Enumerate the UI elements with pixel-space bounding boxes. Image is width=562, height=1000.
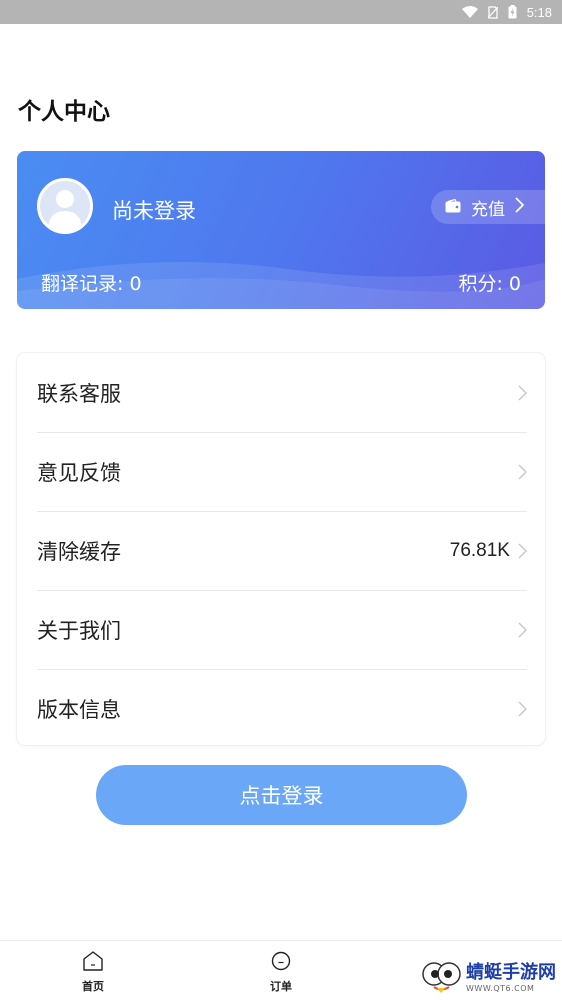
menu-item-label: 关于我们 (37, 618, 121, 643)
menu-item-contact-support[interactable]: 联系客服 (17, 353, 545, 432)
points[interactable]: 积分: 0 (458, 269, 521, 296)
chevron-right-icon (515, 197, 525, 217)
chevron-right-icon (518, 700, 527, 717)
menu-item-feedback[interactable]: 意见反馈 (17, 432, 545, 511)
menu-item-clear-cache[interactable]: 清除缓存 76.81K (17, 511, 545, 590)
battery-icon (508, 5, 517, 19)
user-silhouette-icon (48, 190, 82, 231)
page-title: 个人中心 (18, 99, 110, 125)
tab-orders[interactable]: 订单 (251, 951, 311, 994)
home-icon (82, 951, 104, 975)
dragonfly-logo-icon (420, 958, 462, 998)
menu-item-about-us[interactable]: 关于我们 (17, 590, 545, 669)
status-time: 5:18 (526, 4, 552, 20)
tab-label: 订单 (270, 980, 292, 993)
menu-item-label: 清除缓存 (37, 539, 121, 564)
wifi-icon (461, 6, 478, 18)
recharge-button[interactable]: 充值 (431, 190, 545, 224)
menu-item-label: 联系客服 (37, 381, 121, 406)
order-icon (271, 951, 291, 975)
chevron-right-icon (518, 621, 527, 638)
login-status-text[interactable]: 尚未登录 (112, 195, 196, 225)
chevron-right-icon (518, 463, 527, 480)
wallet-icon (445, 198, 461, 217)
menu-item-label: 意见反馈 (37, 460, 121, 485)
watermark-title: 蜻蜓手游网 (466, 961, 556, 983)
tab-label: 首页 (82, 980, 104, 993)
cache-size-value: 76.81K (449, 539, 510, 561)
login-button[interactable]: 点击登录 (96, 765, 467, 825)
watermark-url: WWW.QT6.COM (466, 983, 535, 993)
menu-item-version-info[interactable]: 版本信息 (17, 669, 545, 748)
status-bar: 5:18 (0, 0, 562, 24)
chevron-right-icon (518, 384, 527, 401)
settings-menu: 联系客服 意见反馈 清除缓存 76.81K 关于我们 版本信息 (17, 353, 545, 745)
menu-item-label: 版本信息 (37, 697, 121, 722)
no-sim-icon (487, 5, 498, 19)
tab-home[interactable]: 首页 (63, 951, 123, 994)
site-watermark: 蜻蜓手游网 WWW.QT6.COM (420, 958, 556, 998)
translation-records[interactable]: 翻译记录: 0 (41, 269, 142, 296)
avatar[interactable] (37, 178, 93, 234)
recharge-label: 充值 (471, 199, 505, 220)
chevron-right-icon (518, 542, 527, 559)
profile-card: 尚未登录 充值 翻译记录: 0 积分: 0 (17, 151, 545, 309)
